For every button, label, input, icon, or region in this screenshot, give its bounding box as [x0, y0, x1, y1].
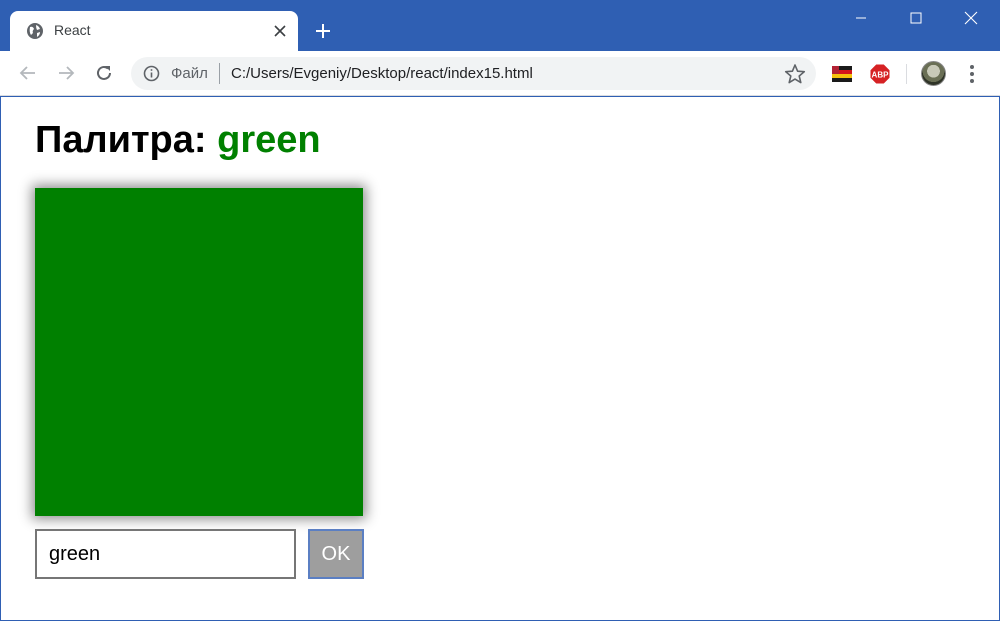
address-bar[interactable]: Файл C:/Users/Evgeniy/Desktop/react/inde…	[131, 57, 816, 90]
minimize-button[interactable]	[834, 0, 888, 36]
ok-button[interactable]: OK	[308, 529, 364, 579]
arrow-right-icon	[59, 66, 75, 80]
globe-icon	[27, 23, 43, 39]
browser-toolbar: Файл C:/Users/Evgeniy/Desktop/react/inde…	[0, 51, 1000, 96]
back-button[interactable]	[15, 60, 41, 86]
more-menu-icon[interactable]	[962, 62, 982, 86]
flag-extension-icon[interactable]	[831, 63, 853, 85]
adblock-label: ABP	[872, 71, 890, 80]
color-input[interactable]	[35, 529, 296, 579]
tab-title: React	[54, 22, 91, 38]
info-icon[interactable]	[143, 65, 160, 82]
close-icon	[964, 11, 978, 25]
adblock-plus-icon[interactable]: ABP	[869, 63, 891, 85]
reload-icon	[97, 65, 111, 80]
url-text[interactable]: C:/Users/Evgeniy/Desktop/react/index15.h…	[231, 65, 533, 82]
page-title: Палитра: green	[35, 119, 321, 162]
color-swatch	[35, 188, 363, 516]
heading-color-name: green	[217, 119, 321, 161]
page-content: Палитра: green OK	[1, 97, 999, 620]
new-tab-button[interactable]	[312, 20, 334, 42]
star-icon[interactable]	[784, 63, 806, 85]
toolbar-divider	[906, 64, 907, 84]
close-window-button[interactable]	[944, 0, 998, 36]
maximize-button[interactable]	[889, 0, 943, 36]
title-bar: React	[0, 0, 1000, 51]
security-label[interactable]: Файл	[171, 65, 208, 82]
heading-prefix: Палитра:	[35, 119, 218, 161]
arrow-left-icon	[19, 66, 35, 80]
plus-icon	[316, 24, 330, 38]
forward-button[interactable]	[53, 60, 79, 86]
reload-button[interactable]	[91, 60, 117, 86]
maximize-icon	[910, 12, 922, 24]
omnibox-divider	[219, 63, 220, 84]
close-tab-icon[interactable]	[270, 21, 290, 41]
browser-tab[interactable]: React	[10, 11, 298, 51]
profile-avatar[interactable]	[921, 61, 946, 86]
minimize-icon	[856, 17, 866, 19]
